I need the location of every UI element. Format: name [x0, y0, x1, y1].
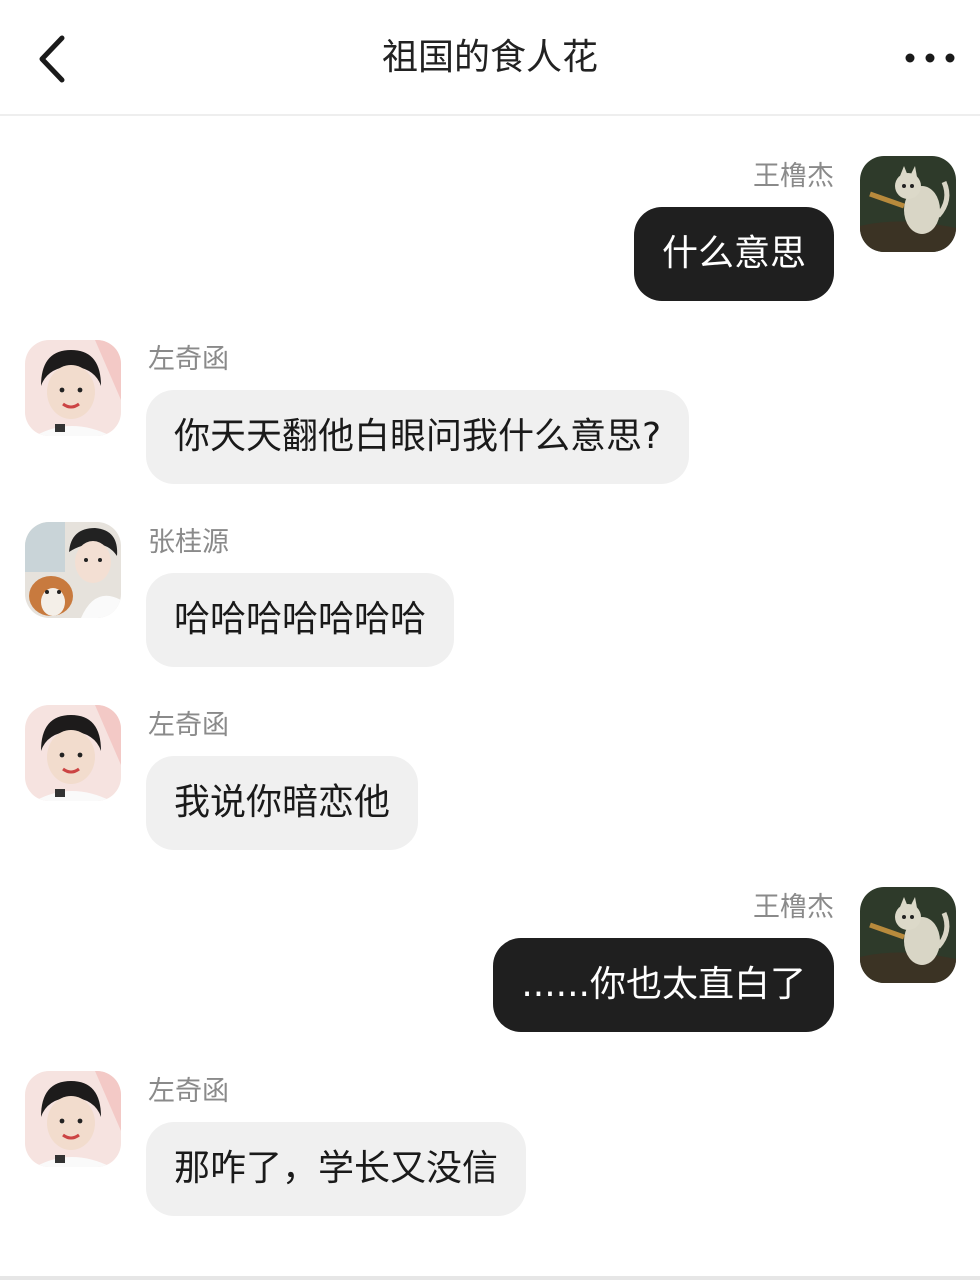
message-outgoing: 王橹杰 什么意思 [0, 156, 980, 306]
bottom-divider [0, 1276, 980, 1280]
back-button[interactable] [28, 32, 78, 86]
message-incoming: 左奇函 你天天翻他白眼问我什么意思? [0, 340, 980, 490]
chevron-left-icon [39, 35, 65, 83]
more-options-button[interactable] [900, 36, 960, 80]
portrait-avatar-icon [25, 1071, 121, 1167]
more-dots-icon [905, 53, 955, 63]
sender-name: 左奇函 [148, 1076, 229, 1107]
sender-name: 左奇函 [148, 710, 229, 741]
message-bubble[interactable]: ......你也太直白了 [493, 938, 834, 1032]
sender-name: 左奇函 [148, 344, 229, 375]
message-incoming: 左奇函 那咋了，学长又没信 [0, 1071, 980, 1221]
message-bubble[interactable]: 你天天翻他白眼问我什么意思? [146, 390, 690, 484]
message-incoming: 左奇函 我说你暗恋他 [0, 705, 980, 855]
avatar-zuo[interactable] [25, 1071, 121, 1167]
message-outgoing: 王橹杰 ......你也太直白了 [0, 887, 980, 1037]
message-incoming: 张桂源 哈哈哈哈哈哈哈 [0, 522, 980, 672]
cat-avatar-icon [860, 156, 956, 252]
chat-screen: 祖国的食人花 王橹杰 什么意思 左奇函 你天天翻他白眼问我什么意思? 张桂源 哈… [0, 0, 980, 1280]
message-bubble[interactable]: 哈哈哈哈哈哈哈 [146, 573, 455, 667]
message-bubble[interactable]: 那咋了，学长又没信 [146, 1122, 527, 1216]
avatar-zuo[interactable] [25, 705, 121, 801]
portrait-dog-avatar-icon [25, 522, 121, 618]
portrait-avatar-icon [25, 705, 121, 801]
cat-avatar-icon [860, 887, 956, 983]
portrait-avatar-icon [25, 340, 121, 436]
message-bubble[interactable]: 什么意思 [633, 207, 834, 301]
avatar-zuo[interactable] [25, 340, 121, 436]
chat-title: 祖国的食人花 [381, 37, 598, 78]
avatar-wang[interactable] [860, 887, 956, 983]
avatar-zhang[interactable] [25, 522, 121, 618]
chat-header: 祖国的食人花 [0, 0, 980, 116]
sender-name: 张桂源 [148, 527, 229, 558]
sender-name: 王橹杰 [753, 892, 834, 923]
sender-name: 王橹杰 [753, 161, 834, 192]
message-bubble[interactable]: 我说你暗恋他 [146, 756, 419, 850]
avatar-wang[interactable] [860, 156, 956, 252]
